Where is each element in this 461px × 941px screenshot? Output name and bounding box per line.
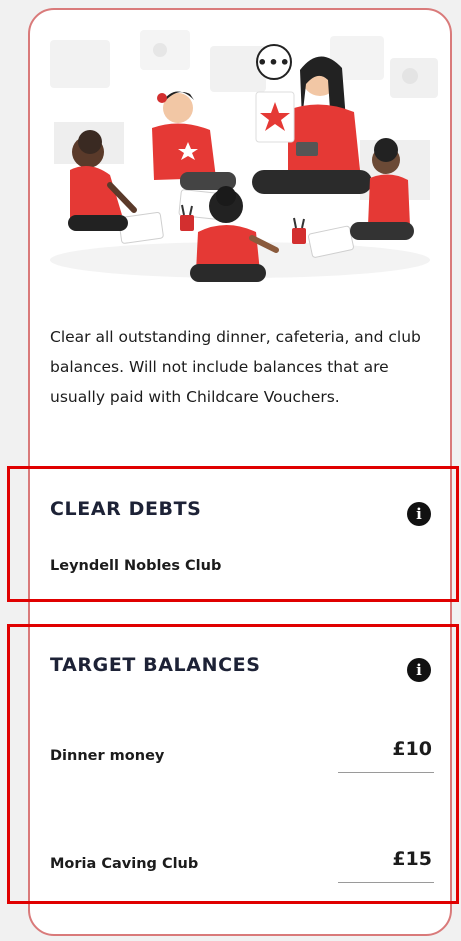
moria-caving-club-label: Moria Caving Club [50,856,199,872]
dinner-money-amount-input[interactable]: £10 [392,738,432,760]
moria-caving-club-amount-input[interactable]: £15 [392,848,432,870]
children-illustration [50,30,438,282]
clear-debts-item-label: Leyndell Nobles Club [50,558,222,574]
clear-debts-title: CLEAR DEBTS [50,498,202,520]
info-card: ••• Clear all outstanding dinner, cafete… [28,8,452,936]
moria-caving-club-underline [338,882,434,883]
dinner-money-label: Dinner money [50,748,165,764]
target-balances-title: TARGET BALANCES [50,654,261,676]
dinner-money-underline [338,772,434,773]
description-text: Clear all outstanding dinner, cafeteria,… [50,328,421,406]
app-screen: ••• Clear all outstanding dinner, cafete… [0,0,461,941]
more-options-button[interactable]: ••• [256,44,292,80]
target-balances-info-icon[interactable]: i [407,658,431,682]
more-options-icon: ••• [257,52,291,72]
clear-debts-info-icon[interactable]: i [407,502,431,526]
